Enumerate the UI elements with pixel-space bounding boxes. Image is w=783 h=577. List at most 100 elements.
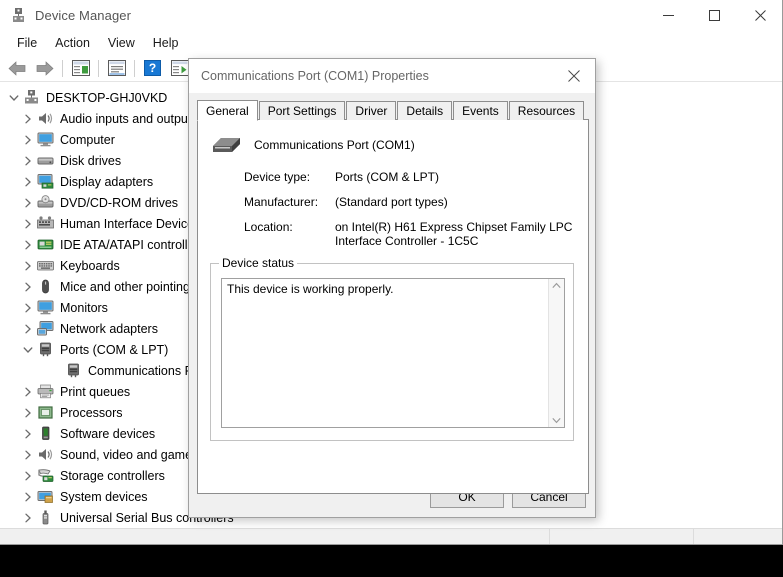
display-adapter-icon [36,174,55,190]
tree-item-label: Keyboards [60,258,120,273]
chevron-down-icon[interactable] [20,339,36,360]
console-tree-icon[interactable] [68,57,93,80]
device-status-box: This device is working properly. [221,278,565,428]
system-device-icon [36,489,55,505]
svg-text:?: ? [149,61,156,75]
tree-item-label: Human Interface Devices [60,216,201,231]
printer-icon [36,384,55,400]
properties-dialog: Communications Port (COM1) Properties Ge… [188,58,596,518]
chevron-up-icon[interactable] [552,282,561,289]
tab-general[interactable]: General [197,100,258,121]
chevron-down-icon[interactable] [6,87,22,108]
chevron-right-icon[interactable] [20,423,36,444]
chevron-right-icon[interactable] [20,507,36,528]
tree-item-label: Network adapters [60,321,158,336]
chevron-right-icon[interactable] [20,318,36,339]
window-controls [645,0,782,31]
detail-label: Device type: [244,170,311,184]
disk-drive-icon [36,153,55,169]
tree-item-label: Display adapters [60,174,154,189]
menu-item-action[interactable]: Action [46,33,99,53]
toolbar-separator [98,59,99,77]
chevron-right-icon[interactable] [20,444,36,465]
device-status-scrollbar[interactable] [548,279,564,427]
status-cell-main [0,529,550,544]
chevron-right-icon[interactable] [20,234,36,255]
detail-value: on Intel(R) H61 Express Chipset Family L… [335,220,573,248]
close-button[interactable] [737,0,782,31]
tab-driver[interactable]: Driver [346,101,397,120]
chevron-right-icon[interactable] [20,171,36,192]
chevron-right-icon[interactable] [20,129,36,150]
chevron-right-icon[interactable] [20,150,36,171]
menu-item-view[interactable]: View [99,33,144,53]
chevron-right-icon[interactable] [20,465,36,486]
device-manager-icon [10,7,27,24]
tab-events[interactable]: Events [453,101,508,120]
speaker-icon [36,111,55,127]
mouse-icon [36,279,55,295]
general-tab-panel: Communications Port (COM1) Device type: … [197,119,589,494]
software-device-icon [36,426,55,442]
tree-item-label: Audio inputs and outputs [60,111,198,126]
toolbar-separator [134,59,135,77]
dialog-title: Communications Port (COM1) Properties [201,69,429,83]
tree-item-label: IDE ATA/ATAPI controllers [60,237,205,252]
device-details: Device type: Ports (COM & LPT) Manufactu… [244,170,574,259]
chevron-right-icon[interactable] [20,213,36,234]
tab-details[interactable]: Details [397,101,453,120]
tree-item-label: Computer [60,132,115,147]
speaker-icon [36,447,55,463]
tree-item-label: Software devices [60,426,156,441]
chevron-right-icon[interactable] [20,192,36,213]
monitor-icon [36,132,55,148]
device-header: Communications Port (COM1) [210,133,415,157]
screen: Device Manager File Action View Help ? D… [0,0,783,577]
usb-icon [36,510,55,526]
menu-item-help[interactable]: Help [144,33,188,53]
help-icon[interactable]: ? [140,57,165,80]
chevron-right-icon[interactable] [20,402,36,423]
device-status-text: This device is working properly. [227,282,394,296]
monitor-icon [36,300,55,316]
chevron-right-icon[interactable] [20,297,36,318]
chevron-down-icon[interactable] [552,417,561,424]
chevron-right-icon[interactable] [20,108,36,129]
tree-item-label: Print queues [60,384,131,399]
desktop-background [0,545,783,577]
tree-item-label: DVD/CD-ROM drives [60,195,179,210]
detail-row-device-type: Device type: Ports (COM & LPT) [244,170,574,184]
detail-value: (Standard port types) [335,195,448,209]
status-bar [0,528,782,544]
tab-port-settings[interactable]: Port Settings [258,101,346,120]
chevron-right-icon[interactable] [20,276,36,297]
window-title: Device Manager [35,8,132,23]
tree-item-label: Monitors [60,300,108,315]
menu-bar: File Action View Help [0,31,782,55]
port-device-icon [210,133,244,157]
chevron-right-icon[interactable] [20,255,36,276]
toolbar-separator [62,59,63,77]
detail-label: Manufacturer: [244,195,319,209]
dialog-titlebar: Communications Port (COM1) Properties [189,59,595,93]
minimize-button[interactable] [645,0,691,31]
chevron-right-icon[interactable] [20,381,36,402]
device-status-legend: Device status [219,256,298,270]
tree-item-label: DESKTOP-GHJ0VKD [46,90,168,105]
properties-icon[interactable] [104,57,129,80]
status-cell-secondary [550,529,694,544]
tree-item-label: Storage controllers [60,468,165,483]
detail-label: Location: [244,220,293,234]
close-icon[interactable] [553,59,595,93]
detail-row-manufacturer: Manufacturer: (Standard port types) [244,195,574,209]
detail-value: Ports (COM & LPT) [335,170,440,184]
tab-resources[interactable]: Resources [508,101,585,120]
back-arrow-icon[interactable] [5,57,30,80]
forward-arrow-icon[interactable] [32,57,57,80]
window-titlebar: Device Manager [0,0,782,31]
hid-icon [36,216,55,232]
chevron-right-icon[interactable] [20,486,36,507]
menu-item-file[interactable]: File [8,33,46,53]
maximize-button[interactable] [691,0,737,31]
